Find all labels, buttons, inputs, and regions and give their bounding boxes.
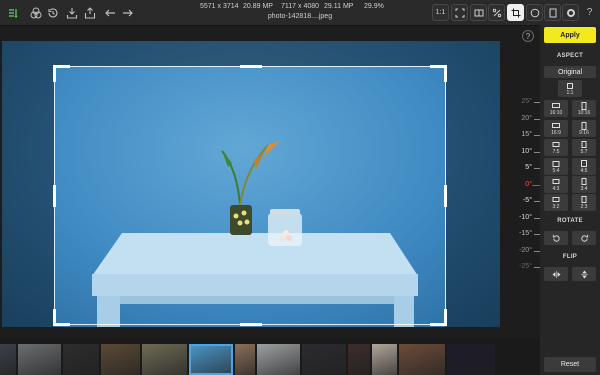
filmstrip-thumbnail[interactable] [101,344,140,375]
aspect-original-button[interactable]: Original [544,66,596,78]
aspect-4-5-button[interactable]: 4:5 [572,158,596,175]
filmstrip-thumbnail[interactable] [399,344,445,375]
filmstrip-thumbnail[interactable] [372,344,397,375]
aspect-5-7-button[interactable]: 5:7 [572,139,596,156]
ruler-tick: 5° [500,163,540,173]
ruler-tick: -20° [500,246,540,256]
aspect-1-1-button[interactable]: 1:1 [558,80,582,97]
help-icon[interactable]: ? [581,4,598,21]
filmstrip-thumbnail[interactable] [447,344,495,375]
rotate-title: ROTATE [557,218,583,224]
filmstrip-thumbnail[interactable] [235,344,255,375]
ruler-zero-tick: 0° [500,180,540,190]
mask-tool-icon[interactable] [562,4,579,21]
crop-handle-left[interactable] [53,185,56,207]
compare-icon[interactable] [470,4,487,21]
aspect-9-16-button[interactable]: 9:16 [572,120,596,137]
aspect-5-4-button[interactable]: 5:4 [544,158,568,175]
filmstrip-thumbnail[interactable] [142,344,187,375]
crop-handle-bottom-right[interactable] [430,309,447,326]
image-megapixels: 20.89 MP [243,3,273,10]
aspect-4-3-button[interactable]: 4:3 [544,176,568,193]
filmstrip-thumbnail[interactable] [189,344,233,375]
ruler-tick: 25° [500,97,540,107]
actual-size-button[interactable]: 1:1 [432,4,449,21]
filmstrip-thumbnail[interactable] [257,344,300,375]
panel-help-icon[interactable]: ? [522,30,534,42]
flip-vertical-icon[interactable] [572,267,596,281]
aspect-7-5-button[interactable]: 7:5 [544,139,568,156]
image-canvas[interactable] [2,41,500,327]
aspect-2-3-button[interactable]: 2:3 [572,194,596,211]
top-toolbar: 5571 x 3714 20.89 MP 7117 x 4080 29.11 M… [0,0,600,26]
rotate-right-icon[interactable] [572,231,596,245]
ruler-tick: 20° [500,114,540,124]
output-size: 7117 x 4080 [281,3,320,10]
circle-tool-icon[interactable] [526,4,543,21]
layer-tool-icon[interactable] [544,4,561,21]
ruler-tick: 10° [500,147,540,157]
aspect-10-16-button[interactable]: 10:16 [572,100,596,117]
flip-horizontal-icon[interactable] [544,267,568,281]
crop-handle-bottom-left[interactable] [53,309,70,326]
filmstrip-thumbnail[interactable] [0,344,16,375]
ruler-tick: -5° [500,196,540,206]
aspect-16-9-button[interactable]: 16:9 [544,120,568,137]
flip-title: FLIP [562,254,578,260]
filmstrip-thumbnail[interactable] [63,344,99,375]
crop-handle-right[interactable] [444,185,447,207]
crop-handle-top-left[interactable] [53,65,70,82]
zoom-level: 29.9% [364,3,384,10]
image-size: 5571 x 3714 [200,3,239,10]
filmstrip-thumbnail[interactable] [348,344,370,375]
aspect-3-2-button[interactable]: 3:2 [544,194,568,211]
crop-handle-bottom[interactable] [240,323,262,326]
crop-frame[interactable] [53,65,447,326]
ruler-tick: -25° [500,262,540,272]
aspect-3-4-button[interactable]: 3:4 [572,176,596,193]
output-megapixels: 29.11 MP [324,3,354,10]
straighten-ruler[interactable]: 25° 20° 15° 10° 5° 0° -5° -10° -15° -20°… [500,41,540,327]
crop-tool-icon[interactable] [507,4,524,21]
filmstrip-thumbnail[interactable] [302,344,346,375]
crop-handle-top[interactable] [240,65,262,68]
ruler-tick: -10° [500,213,540,223]
aspect-16-10-button[interactable]: 16:10 [544,100,568,117]
reset-button[interactable]: Reset [544,357,596,372]
apply-button[interactable]: Apply [544,27,596,43]
aspect-title: ASPECT [556,53,584,59]
ruler-tick: -15° [500,229,540,239]
ruler-tick: 15° [500,130,540,140]
filmstrip [0,339,540,375]
rotate-left-icon[interactable] [544,231,568,245]
filmstrip-thumbnail[interactable] [18,344,61,375]
percent-icon[interactable] [488,4,505,21]
crop-handle-top-right[interactable] [430,65,447,82]
fit-screen-icon[interactable] [451,4,468,21]
